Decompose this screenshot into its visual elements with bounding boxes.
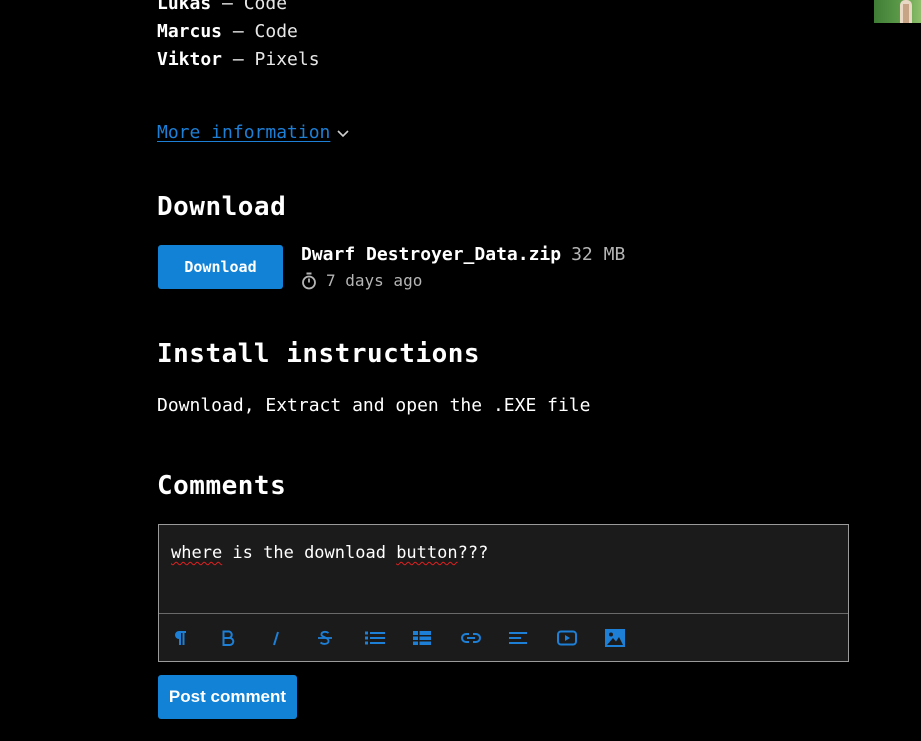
align-icon bbox=[509, 631, 527, 644]
bold-icon bbox=[222, 630, 235, 646]
credit-name: Lukas bbox=[157, 0, 212, 14]
table-icon bbox=[413, 630, 431, 645]
comments-heading: Comments bbox=[157, 471, 287, 501]
chevron-down-icon bbox=[337, 130, 349, 138]
credit-separator: – bbox=[222, 21, 255, 42]
comment-text: ??? bbox=[457, 543, 489, 563]
credit-line: Lukas – Code bbox=[157, 0, 320, 18]
credit-role: Code bbox=[243, 0, 288, 14]
credit-role: Pixels bbox=[254, 49, 320, 70]
comment-text: is the download bbox=[222, 543, 397, 563]
file-size: 32 MB bbox=[571, 244, 626, 265]
credits-list: Lukas – Code Marcus – Code Viktor – Pixe… bbox=[157, 0, 320, 74]
avatar-figure-detail bbox=[903, 4, 909, 23]
comment-editor[interactable]: where is the download button??? bbox=[158, 524, 849, 662]
more-information-link[interactable]: More information bbox=[157, 121, 330, 145]
download-heading: Download bbox=[157, 192, 287, 222]
misspelled-word: button bbox=[396, 543, 458, 563]
install-heading: Install instructions bbox=[157, 339, 481, 369]
download-button[interactable]: Download bbox=[158, 245, 283, 289]
file-date-row: 7 days ago bbox=[301, 270, 625, 292]
paragraph-button[interactable] bbox=[171, 623, 219, 653]
link-icon bbox=[461, 632, 481, 643]
image-button[interactable] bbox=[603, 623, 651, 653]
bulleted-list-icon bbox=[365, 631, 385, 644]
file-info: Dwarf Destroyer_Data.zip 32 MB 7 days ago bbox=[301, 243, 625, 292]
credit-separator: – bbox=[222, 49, 255, 70]
bold-button[interactable] bbox=[219, 623, 267, 653]
align-button[interactable] bbox=[507, 623, 555, 653]
italic-icon bbox=[273, 631, 279, 645]
image-icon bbox=[605, 628, 625, 647]
paragraph-icon bbox=[175, 630, 186, 645]
credit-name: Marcus bbox=[157, 21, 223, 42]
credit-line: Marcus – Code bbox=[157, 18, 320, 46]
upload-date: 7 days ago bbox=[326, 271, 423, 290]
italic-button[interactable] bbox=[267, 623, 315, 653]
credit-line: Viktor – Pixels bbox=[157, 46, 320, 74]
file-name-row: Dwarf Destroyer_Data.zip 32 MB bbox=[301, 243, 625, 267]
video-button[interactable] bbox=[555, 623, 603, 653]
link-button[interactable] bbox=[459, 623, 507, 653]
more-information-toggle[interactable]: More information bbox=[157, 121, 350, 145]
misspelled-word: where bbox=[171, 543, 223, 563]
install-text: Download, Extract and open the .EXE file bbox=[157, 395, 591, 416]
post-comment-button[interactable]: Post comment bbox=[158, 675, 297, 719]
table-button[interactable] bbox=[411, 623, 459, 653]
file-name: Dwarf Destroyer_Data.zip bbox=[301, 244, 562, 265]
editor-toolbar bbox=[159, 613, 848, 661]
strikethrough-icon bbox=[318, 630, 332, 645]
credit-role: Code bbox=[254, 21, 298, 42]
comment-input[interactable]: where is the download button??? bbox=[171, 541, 488, 565]
credit-separator: – bbox=[211, 0, 244, 14]
credit-name: Viktor bbox=[157, 49, 223, 70]
user-avatar[interactable] bbox=[874, 0, 921, 23]
strikethrough-button[interactable] bbox=[315, 623, 363, 653]
stopwatch-icon bbox=[302, 272, 316, 290]
video-icon bbox=[557, 630, 577, 645]
bulleted-list-button[interactable] bbox=[363, 623, 411, 653]
